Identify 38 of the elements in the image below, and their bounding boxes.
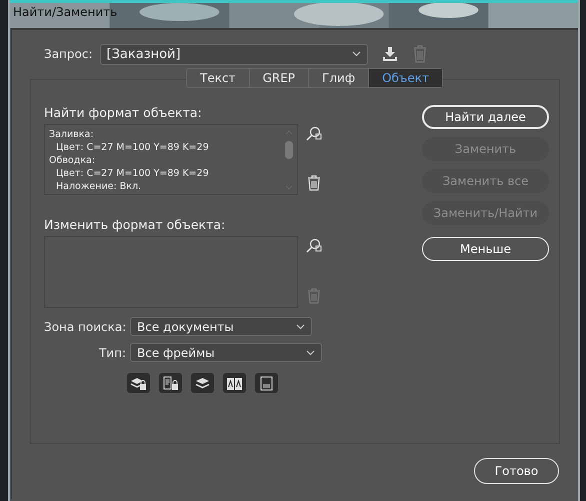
save-icon[interactable]: [382, 45, 398, 63]
footnotes-toggle[interactable]: [255, 373, 278, 393]
caret-icon: [306, 350, 315, 356]
layers-icon: [194, 376, 211, 390]
section-label: Найти формат объекта:: [44, 105, 203, 120]
format-entry: Заливка:: [49, 128, 95, 141]
tab[interactable]: GREP: [250, 69, 310, 87]
document-lock-icon: [162, 376, 179, 390]
locked-layers-toggle[interactable]: [127, 373, 150, 393]
type-dropdown[interactable]: Все фреймы: [130, 343, 322, 362]
search-icon[interactable]: [306, 126, 322, 142]
action-button[interactable]: Найти далее: [422, 105, 549, 129]
tab[interactable]: Объект: [369, 69, 442, 87]
type-label: Тип:: [98, 346, 126, 360]
query-dropdown[interactable]: [Заказной]: [100, 44, 368, 64]
tab[interactable]: Текст: [187, 69, 250, 87]
format-list[interactable]: Заливка: Цвет: C=27 M=100 Y=89 K=29 Обводка: Цвет: C=27 M=100 Y=89 K=29 Наложение: Вкл.: [44, 124, 298, 195]
caret-icon: [352, 51, 360, 57]
search-icon[interactable]: [306, 238, 322, 254]
action-button[interactable]: Меньше: [422, 237, 549, 261]
master-pages-toggle[interactable]: [223, 373, 246, 393]
format-entry: Цвет: C=27 M=100 Y=89 K=29: [55, 167, 210, 180]
locked-items-toggle[interactable]: [159, 373, 182, 393]
caret-icon: [296, 324, 305, 330]
window-title: Найти/Заменить: [12, 4, 118, 19]
layers-lock-icon: [130, 376, 147, 390]
scrollbar[interactable]: [284, 129, 294, 191]
query-label: Запрос:: [44, 47, 92, 61]
format-entry: Наложение: Вкл.: [55, 180, 142, 193]
hidden-layers-toggle[interactable]: [191, 373, 214, 393]
format-entry: Цвет: C=27 M=100 Y=89 K=29: [55, 141, 210, 154]
pages-icon: [226, 376, 243, 390]
section-label: Изменить формат объекта:: [44, 217, 226, 232]
done-button[interactable]: Готово: [474, 458, 559, 484]
search-zone-dropdown[interactable]: Все документы: [130, 317, 312, 336]
search-zone-label: Зона поиска:: [44, 320, 126, 334]
page-icon: [258, 376, 275, 390]
format-entry: Обводка:: [49, 154, 96, 167]
